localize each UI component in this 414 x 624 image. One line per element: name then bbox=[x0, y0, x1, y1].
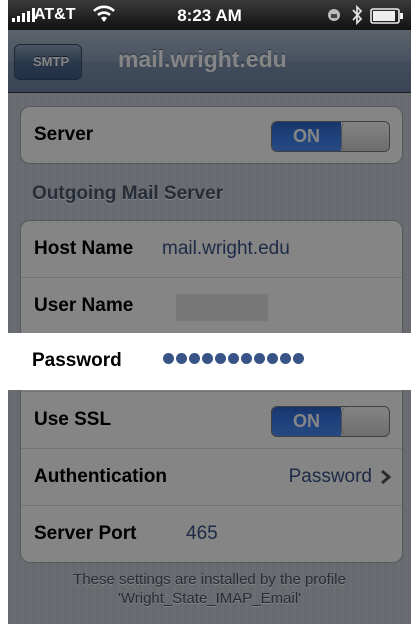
server-row: Server ON bbox=[21, 107, 402, 163]
lock-icon bbox=[328, 9, 340, 21]
server-label: Server bbox=[34, 124, 94, 145]
use-ssl-row: Use SSL ON bbox=[21, 391, 402, 448]
authentication-row[interactable]: Authentication Password bbox=[21, 448, 402, 505]
host-name-field[interactable]: mail.wright.edu bbox=[162, 238, 290, 260]
toggle-thumb bbox=[341, 407, 389, 436]
password-dot bbox=[163, 353, 174, 364]
footer-line-2: 'Wright_State_IMAP_Email' bbox=[117, 590, 302, 607]
password-dot bbox=[280, 353, 291, 364]
use-ssl-toggle-on-label: ON bbox=[272, 407, 341, 436]
password-dot bbox=[228, 353, 239, 364]
host-name-row[interactable]: Host Name mail.wright.edu bbox=[21, 221, 402, 277]
password-label: Password bbox=[32, 350, 122, 371]
password-dot bbox=[267, 353, 278, 364]
server-toggle[interactable]: ON bbox=[271, 121, 390, 152]
outgoing-server-group: Host Name mail.wright.edu User Name Use … bbox=[20, 220, 403, 563]
user-name-field[interactable] bbox=[176, 294, 268, 321]
navigation-bar: SMTP mail.wright.edu bbox=[8, 30, 411, 93]
password-dot bbox=[202, 353, 213, 364]
bluetooth-icon bbox=[352, 5, 363, 25]
server-toggle-on-label: ON bbox=[272, 122, 341, 151]
authentication-label: Authentication bbox=[34, 466, 167, 487]
password-dot bbox=[215, 353, 226, 364]
footer-line-1: These settings are installed by the prof… bbox=[73, 571, 346, 588]
password-dot bbox=[254, 353, 265, 364]
server-port-label: Server Port bbox=[34, 523, 137, 544]
password-dot bbox=[241, 353, 252, 364]
profile-footer: These settings are installed by the prof… bbox=[8, 570, 411, 608]
back-button[interactable]: SMTP bbox=[14, 44, 83, 80]
user-name-label: User Name bbox=[34, 295, 134, 316]
use-ssl-label: Use SSL bbox=[34, 409, 112, 430]
screen: AT&T 8:23 AM SMTP mail.wright.edu Server… bbox=[8, 0, 411, 624]
password-dot bbox=[176, 353, 187, 364]
toggle-thumb bbox=[341, 122, 389, 151]
chevron-right-icon bbox=[381, 469, 392, 485]
host-name-label: Host Name bbox=[34, 238, 134, 259]
authentication-value: Password bbox=[288, 466, 372, 487]
section-header: Outgoing Mail Server bbox=[32, 183, 224, 204]
password-row[interactable]: Password bbox=[0, 333, 414, 390]
use-ssl-toggle[interactable]: ON bbox=[271, 406, 390, 437]
password-field[interactable] bbox=[163, 353, 304, 364]
server-port-field[interactable]: 465 bbox=[186, 523, 218, 545]
user-name-row[interactable]: User Name bbox=[21, 277, 402, 334]
nav-title: mail.wright.edu bbox=[118, 46, 287, 72]
battery-icon bbox=[370, 8, 403, 24]
server-port-row[interactable]: Server Port 465 bbox=[21, 505, 402, 562]
password-dot bbox=[189, 353, 200, 364]
status-bar: AT&T 8:23 AM bbox=[8, 0, 411, 30]
server-group: Server ON bbox=[20, 106, 403, 164]
password-dot bbox=[293, 353, 304, 364]
